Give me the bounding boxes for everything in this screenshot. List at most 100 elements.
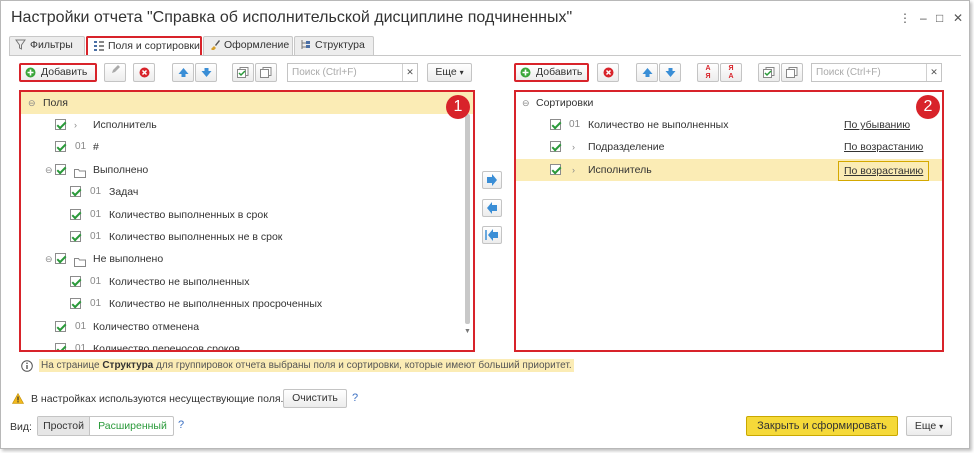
fields-tree: ⊖ Поля › Исполнитель 01 # ⊖ Выполнено 01 Задач 0… <box>19 90 475 352</box>
chevron-down-icon: ▾ <box>939 422 944 431</box>
structure-link[interactable]: Структура <box>102 360 153 371</box>
warning-text: В настройках используются несуществующие… <box>31 393 284 405</box>
footer-more-button[interactable]: Еще ▾ <box>906 416 952 436</box>
right-delete-button[interactable] <box>597 63 619 82</box>
collapse-icon[interactable]: ⊖ <box>45 159 53 181</box>
check-all-icon <box>237 67 249 81</box>
view-label: Вид: <box>10 421 32 433</box>
numeric-type-icon: 01 <box>75 343 87 352</box>
chevron-right-icon[interactable]: › <box>572 159 575 181</box>
field-checkbox[interactable] <box>70 186 81 198</box>
sort-ascending-button[interactable]: АЯ <box>697 63 719 82</box>
right-move-up-button[interactable] <box>636 63 658 82</box>
arrow-up-icon <box>642 68 653 81</box>
fields-root-row[interactable]: ⊖ Поля <box>21 92 473 114</box>
field-row[interactable]: ⊖ Выполнено <box>21 159 461 181</box>
sort-row[interactable]: › Исполнитель По возрастанию <box>516 158 942 181</box>
left-more-button[interactable]: Еще ▾ <box>427 63 472 82</box>
field-checkbox[interactable] <box>55 163 66 175</box>
tab-appearance[interactable]: Оформление <box>203 36 293 55</box>
field-row[interactable]: › Исполнитель <box>21 114 461 136</box>
field-row[interactable]: 01 Количество выполненных не в срок <box>21 226 461 248</box>
sort-checkbox[interactable] <box>550 163 561 175</box>
field-checkbox[interactable] <box>70 208 81 220</box>
chevron-right-icon[interactable]: › <box>74 114 77 136</box>
pencil-icon <box>110 65 121 78</box>
field-row[interactable]: 01 Количество отменена <box>21 316 461 338</box>
field-row[interactable]: 01 # <box>21 136 461 158</box>
clear-search-icon[interactable]: ✕ <box>926 64 941 81</box>
sort-descending-button[interactable]: ЯА <box>720 63 742 82</box>
minimize-icon[interactable]: – <box>920 11 927 25</box>
brush-icon <box>209 39 220 56</box>
field-checkbox[interactable] <box>55 320 66 332</box>
sort-direction-link[interactable]: По возрастанию <box>838 160 930 181</box>
arrow-down-icon <box>665 68 676 81</box>
view-simple-option[interactable]: Простой <box>38 417 90 435</box>
sorting-root-row[interactable]: ⊖ Сортировки <box>516 92 942 114</box>
field-row[interactable]: 01 Количество не выполненных просроченных <box>21 293 461 315</box>
marker-badge-1: 1 <box>446 95 470 119</box>
view-advanced-option[interactable]: Расширенный <box>91 417 174 435</box>
chevron-right-icon[interactable]: › <box>572 136 575 158</box>
right-uncheck-all-button[interactable] <box>781 63 803 82</box>
field-checkbox[interactable] <box>70 231 81 242</box>
sort-row[interactable]: › Подразделение По возрастанию <box>516 136 942 158</box>
scrollbar-thumb[interactable] <box>465 114 470 324</box>
view-help-link[interactable]: ? <box>178 419 184 431</box>
add-field-to-sort-button[interactable] <box>482 171 502 189</box>
left-search-input[interactable]: Поиск (Ctrl+F) ✕ <box>287 63 418 82</box>
close-and-generate-button[interactable]: Закрыть и сформировать <box>746 416 898 436</box>
sort-row[interactable]: 01 Количество не выполненных По убыванию <box>516 114 942 136</box>
close-icon[interactable]: ✕ <box>953 11 963 25</box>
numeric-type-icon: 01 <box>90 208 102 220</box>
remove-sort-button[interactable] <box>482 199 502 217</box>
field-label: Количество не выполненных <box>109 275 250 288</box>
field-row[interactable]: 01 Количество переносов сроков <box>21 338 461 352</box>
sort-direction-link[interactable]: По убыванию <box>844 114 910 136</box>
field-label: Количество не выполненных просроченных <box>109 298 323 311</box>
clear-search-icon[interactable]: ✕ <box>402 64 417 81</box>
collapse-icon[interactable]: ⊖ <box>28 92 36 114</box>
tab-filters[interactable]: Фильтры <box>9 36 85 55</box>
field-checkbox[interactable] <box>55 141 66 153</box>
right-move-down-button[interactable] <box>659 63 681 82</box>
maximize-icon[interactable]: □ <box>936 11 943 25</box>
field-row[interactable]: 01 Задач <box>21 181 461 203</box>
right-add-button[interactable]: Добавить <box>514 63 589 82</box>
left-add-button[interactable]: Добавить <box>19 63 97 82</box>
scroll-down-icon[interactable]: ▼ <box>464 328 471 335</box>
left-edit-button[interactable] <box>104 63 126 82</box>
tab-fields-sorting[interactable]: Поля и сортировки <box>86 36 202 56</box>
sort-checkbox[interactable] <box>550 119 561 130</box>
field-row[interactable]: 01 Количество не выполненных <box>21 271 461 293</box>
right-search-input[interactable]: Поиск (Ctrl+F) ✕ <box>811 63 942 82</box>
left-check-all-button[interactable] <box>232 63 254 82</box>
sort-field-label: Подразделение <box>588 141 665 154</box>
left-move-up-button[interactable] <box>172 63 194 82</box>
field-checkbox[interactable] <box>70 298 81 310</box>
left-uncheck-all-button[interactable] <box>255 63 277 82</box>
delete-icon <box>139 67 150 81</box>
clear-button[interactable]: Очистить <box>283 389 347 408</box>
field-checkbox[interactable] <box>70 275 81 287</box>
field-checkbox[interactable] <box>55 343 66 350</box>
left-delete-button[interactable] <box>133 63 155 82</box>
warning-help-link[interactable]: ? <box>352 392 358 404</box>
numeric-type-icon: 01 <box>90 186 102 198</box>
view-switcher: Простой Расширенный <box>37 416 174 436</box>
field-checkbox[interactable] <box>55 253 66 265</box>
remove-all-sort-button[interactable] <box>482 226 502 244</box>
more-icon[interactable]: ⋮ <box>899 11 911 25</box>
check-all-icon <box>763 67 775 81</box>
sort-checkbox[interactable] <box>550 141 561 153</box>
collapse-icon[interactable]: ⊖ <box>45 248 53 270</box>
field-row[interactable]: 01 Количество выполненных в срок <box>21 204 461 226</box>
right-check-all-button[interactable] <box>758 63 780 82</box>
collapse-icon[interactable]: ⊖ <box>522 92 530 114</box>
sort-direction-link[interactable]: По возрастанию <box>844 136 923 158</box>
tab-structure[interactable]: Структура <box>294 36 374 55</box>
left-move-down-button[interactable] <box>195 63 217 82</box>
field-checkbox[interactable] <box>55 119 66 130</box>
field-row[interactable]: ⊖ Не выполнено <box>21 248 461 270</box>
